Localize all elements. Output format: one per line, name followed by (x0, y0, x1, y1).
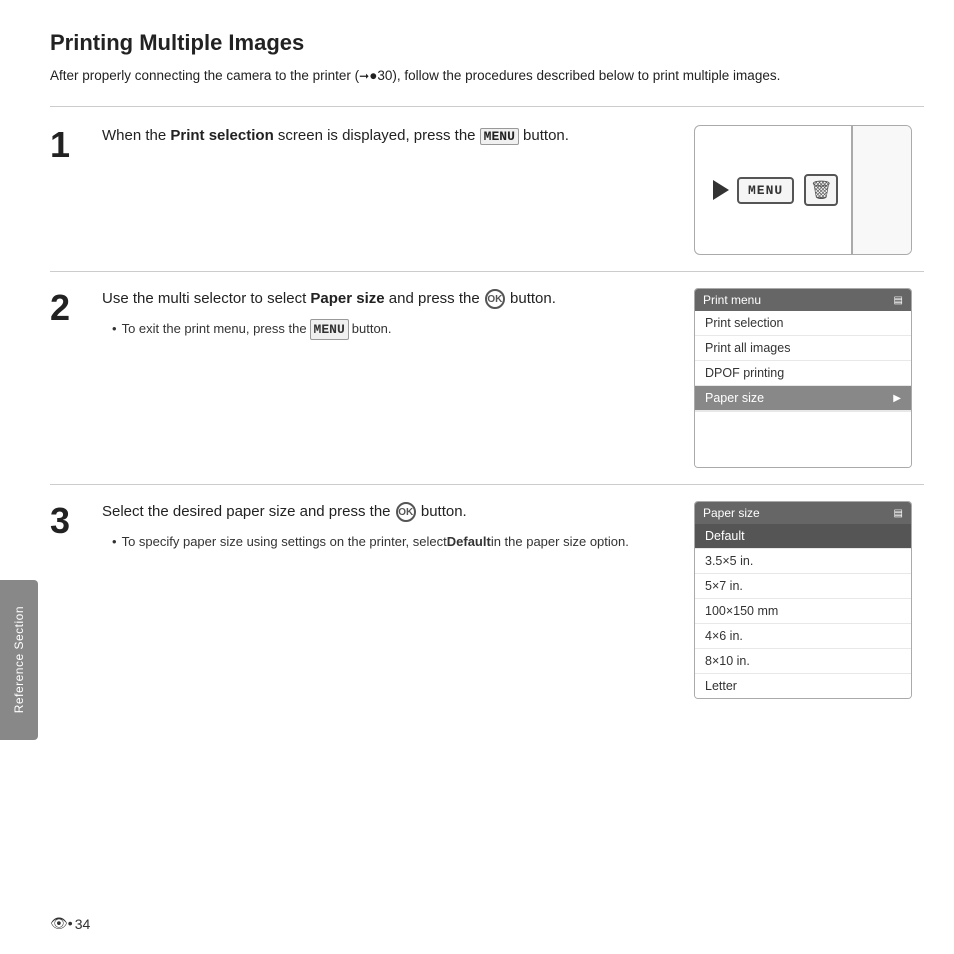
step-2-image: Print menu ▤ Print selection Print all i… (694, 288, 924, 468)
trash-button-illustration: 🗑 (804, 174, 838, 206)
side-tab-label: Reference Section (12, 606, 26, 713)
paper-size-title: Paper size (703, 506, 760, 520)
print-menu-header: Print menu ▤ (695, 289, 911, 311)
step-1-content: When the Print selection screen is displ… (102, 125, 694, 156)
step-2-text: Use the multi selector to select Paper s… (102, 288, 678, 311)
step-1-row: 1 When the Print selection screen is dis… (50, 125, 924, 272)
step-2-row: 2 Use the multi selector to select Paper… (50, 288, 924, 485)
ok-circle-3: OK (396, 502, 416, 522)
menu-illustration: MENU 🗑 (694, 125, 912, 255)
step-2-bullet: To exit the print menu, press the MENU b… (112, 319, 678, 341)
arrow-icon (713, 180, 729, 200)
top-divider (50, 106, 924, 107)
paper-size-100x150[interactable]: 100×150 mm (695, 599, 911, 624)
paper-size-header: Paper size ▤ (695, 502, 911, 524)
print-menu-icon: ▤ (894, 295, 903, 306)
reference-section-tab: Reference Section (0, 580, 38, 740)
step-1-bold: Print selection (170, 127, 273, 144)
step-3-bold: Default (447, 532, 491, 552)
print-menu-item-dpof: DPOF printing (695, 361, 911, 386)
step-1-text: When the Print selection screen is displ… (102, 125, 678, 148)
paper-size-4x6[interactable]: 4×6 in. (695, 624, 911, 649)
step-3-content: Select the desired paper size and press … (102, 501, 694, 551)
binoculars-icon: 👁• (50, 915, 73, 932)
print-menu-item-selection: Print selection (695, 311, 911, 336)
step-3-image: Paper size ▤ Default 3.5×5 in. 5×7 in. 1… (694, 501, 924, 699)
step-1-image: MENU 🗑 (694, 125, 924, 255)
step-3-text: Select the desired paper size and press … (102, 501, 678, 524)
footer-page-number: 34 (75, 916, 91, 932)
intro-text: After properly connecting the camera to … (50, 66, 924, 86)
paper-size-default[interactable]: Default (695, 524, 911, 549)
step-3-bullet: To specify paper size using settings on … (112, 532, 678, 552)
paper-size-illustration: Paper size ▤ Default 3.5×5 in. 5×7 in. 1… (694, 501, 912, 699)
camera-body (851, 126, 911, 254)
paper-size-3x5[interactable]: 3.5×5 in. (695, 549, 911, 574)
print-menu-item-all: Print all images (695, 336, 911, 361)
page-title: Printing Multiple Images (50, 30, 924, 56)
paper-size-icon: ▤ (894, 508, 903, 519)
menu-key-1: MENU (480, 128, 519, 145)
step-3-row: 3 Select the desired paper size and pres… (50, 501, 924, 715)
step-2-number: 2 (50, 290, 92, 326)
print-menu-item-paper[interactable]: Paper size (695, 386, 911, 411)
paper-size-letter[interactable]: Letter (695, 674, 911, 698)
paper-size-5x7[interactable]: 5×7 in. (695, 574, 911, 599)
print-menu-illustration: Print menu ▤ Print selection Print all i… (694, 288, 912, 468)
paper-size-8x10[interactable]: 8×10 in. (695, 649, 911, 674)
footer: 👁• 34 (50, 915, 90, 932)
step-2-content: Use the multi selector to select Paper s… (102, 288, 694, 340)
main-content: Printing Multiple Images After properly … (50, 20, 924, 954)
print-menu-empty2 (695, 439, 911, 467)
print-menu-title: Print menu (703, 293, 761, 307)
menu-key-2: MENU (310, 319, 349, 341)
step-2-bold: Paper size (310, 290, 384, 307)
step-3-number: 3 (50, 503, 92, 539)
step-1-number: 1 (50, 127, 92, 163)
menu-button-illustration: MENU (737, 177, 794, 204)
print-menu-empty (695, 411, 911, 439)
ok-circle-2: OK (485, 289, 505, 309)
